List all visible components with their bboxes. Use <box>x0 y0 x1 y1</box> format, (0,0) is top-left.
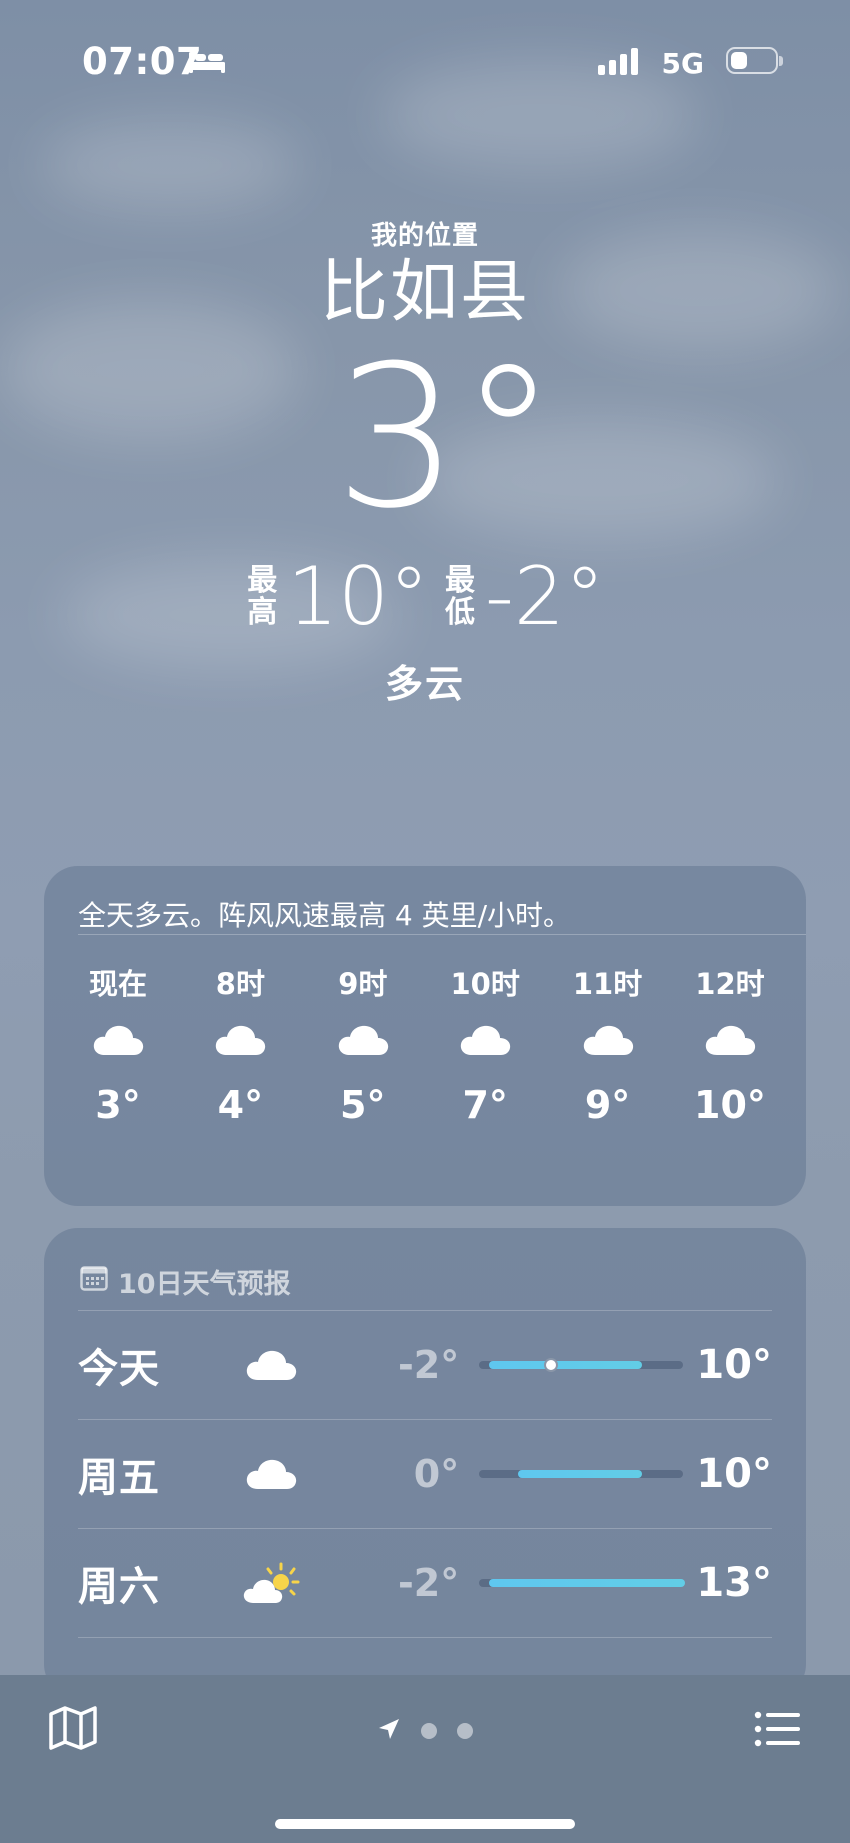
page-indicator[interactable] <box>0 1717 850 1745</box>
current-temp-dot <box>544 1358 559 1372</box>
status-bar: 07:07 5G <box>0 0 850 120</box>
city-name: 比如县 <box>319 253 530 332</box>
day-high: 10° <box>696 1451 772 1497</box>
partly-sunny-icon <box>219 1561 323 1605</box>
high-temperature: 10° <box>287 550 430 644</box>
list-icon[interactable] <box>754 1711 802 1751</box>
hourly-list[interactable]: 现在 3° 8时 4° 9时 5° 10时 7° 11时 9° 12时 10° <box>44 935 806 1127</box>
status-time: 07:07 <box>82 40 203 83</box>
hour-temperature: 3° <box>95 1083 141 1127</box>
hour-label: 8时 <box>215 967 265 1001</box>
hour-item: 现在 3° <box>78 961 158 1127</box>
location-arrow-icon[interactable] <box>377 1717 401 1745</box>
cloud-icon <box>213 1005 267 1075</box>
low-tag: 最 低 <box>445 563 476 630</box>
day-low: 0° <box>413 1452 460 1496</box>
forecast-summary: 全天多云。阵风风速最高 4 英里/小时。 <box>78 899 572 932</box>
low-temperature: -2° <box>485 550 605 644</box>
bottom-toolbar <box>0 1675 850 1843</box>
current-weather: 我的位置 比如县 3° 最 高 10° 最 低 -2° 多云 <box>0 215 850 708</box>
cloud-icon <box>703 1005 757 1075</box>
bed-icon <box>188 50 226 78</box>
day-high: 13° <box>696 1560 772 1606</box>
hour-label: 现在 <box>88 967 147 1001</box>
day-row[interactable]: 周五 0° 10° <box>44 1420 806 1528</box>
home-indicator[interactable] <box>275 1819 575 1829</box>
day-high: 10° <box>696 1342 772 1388</box>
high-tag: 最 高 <box>247 563 278 630</box>
hour-item: 10时 7° <box>445 961 525 1127</box>
high-low: 最 高 10° 最 低 -2° <box>0 550 850 643</box>
hour-label: 10时 <box>450 967 520 1001</box>
hour-item: 12时 10° <box>690 961 770 1127</box>
hour-label: 12时 <box>695 967 765 1001</box>
hour-item: 8时 4° <box>200 961 280 1127</box>
cloud-icon <box>219 1348 323 1382</box>
calendar-icon <box>80 1265 108 1298</box>
cloud-icon <box>581 1005 635 1075</box>
location-label: 我的位置 <box>370 221 479 251</box>
temperature-range-bar <box>479 1579 686 1587</box>
hour-label: 11时 <box>572 967 643 1001</box>
range-segment <box>518 1470 643 1478</box>
cloud-icon <box>458 1005 512 1075</box>
cloud-icon <box>219 1457 323 1491</box>
battery-icon <box>726 47 783 74</box>
page-dot[interactable] <box>457 1723 473 1739</box>
hour-temperature: 10° <box>694 1083 766 1127</box>
day-label: 周五 <box>78 1455 160 1501</box>
hour-temperature: 4° <box>217 1083 264 1127</box>
daily-list[interactable]: 今天 -2° 10° 周五 0° 10° 周六 -2° 13° <box>44 1310 806 1638</box>
hour-temperature: 5° <box>340 1083 386 1127</box>
current-temperature: 3° <box>334 324 558 553</box>
cellular-signal-icon <box>598 48 638 75</box>
hour-item: 9时 5° <box>323 961 403 1127</box>
day-low: -2° <box>398 1343 460 1387</box>
hourly-forecast-card[interactable]: 全天多云。阵风风速最高 4 英里/小时。 现在 3° 8时 4° 9时 5° 10时 7° 11… <box>44 866 806 1206</box>
cloud-icon <box>91 1005 145 1075</box>
ten-day-forecast-card[interactable]: 10日天气预报 今天 -2° 10° 周五 0° 10° 周六 -2° 13° <box>44 1228 806 1698</box>
hour-temperature: 7° <box>462 1083 508 1127</box>
ten-day-title: 10日天气预报 <box>118 1268 291 1300</box>
page-dot[interactable] <box>421 1723 437 1739</box>
cloud-icon <box>336 1005 390 1075</box>
day-row[interactable]: 今天 -2° 10° <box>44 1311 806 1419</box>
hour-label: 9时 <box>338 967 388 1001</box>
day-low: -2° <box>398 1561 460 1605</box>
range-segment <box>489 1579 686 1587</box>
range-segment <box>489 1361 643 1369</box>
condition-text: 多云 <box>384 662 465 707</box>
ten-day-header: 10日天气预报 <box>44 1228 806 1310</box>
temperature-range-bar <box>479 1358 683 1372</box>
temperature-range-bar <box>479 1470 683 1478</box>
hour-temperature: 9° <box>584 1083 631 1127</box>
day-row[interactable]: 周六 -2° 13° <box>44 1529 806 1637</box>
network-type: 5G <box>661 47 704 80</box>
hour-item: 11时 9° <box>568 961 648 1127</box>
day-label: 周六 <box>78 1564 160 1610</box>
divider <box>78 1637 772 1638</box>
day-label: 今天 <box>78 1346 160 1392</box>
